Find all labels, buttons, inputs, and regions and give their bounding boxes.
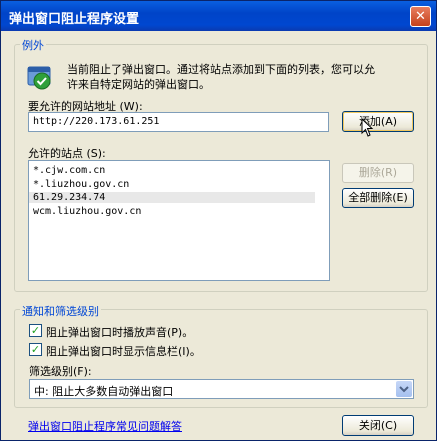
title-bar[interactable]: 弹出窗口阻止程序设置 ✕ [1,1,436,31]
mouse-pointer-icon [361,117,375,141]
popup-blocker-settings-dialog: 弹出窗口阻止程序设置 ✕ 例外 当前阻止了弹出窗口。通过将站点添加到下面的列表，… [0,0,437,441]
list-item[interactable]: *.cjw.com.cn [33,165,105,176]
remove-all-button-label: 全部删除(E) [348,191,408,204]
filter-level-label: 筛选级别(F): [29,365,92,378]
close-button-label: 关闭(C) [358,419,398,432]
shield-icon [27,65,53,91]
list-item[interactable]: wcm.liuzhou.gov.cn [33,206,141,217]
filter-level-select[interactable]: 中: 阻止大多数自动弹出窗口 [29,379,414,399]
close-window-button[interactable]: ✕ [410,6,431,27]
list-item[interactable]: *.liuzhou.gov.cn [33,179,129,190]
allowed-sites-label: 允许的站点 (S): [28,147,106,160]
notification-legend: 通知和筛选级别 [20,303,101,319]
info-text-line2: 许来自特定网站的弹出窗口。 [67,78,210,91]
allowed-sites-list[interactable]: *.cjw.com.cn *.liuzhou.gov.cn 61.29.234.… [28,160,330,281]
play-sound-checkbox[interactable]: ✓ [29,324,42,337]
window-title: 弹出窗口阻止程序设置 [9,12,140,27]
exceptions-legend: 例外 [20,37,46,53]
remove-button-label: 删除(R) [358,166,398,179]
address-input[interactable]: http://220.173.61.251 [28,112,329,132]
play-sound-label[interactable]: 阻止弹出窗口时播放声音(P)。 [46,324,193,340]
add-button[interactable]: 添加(A) [342,111,414,132]
close-button[interactable]: 关闭(C) [342,415,414,436]
filter-level-value: 中: 阻止大多数自动弹出窗口 [34,385,174,398]
info-text-line1: 当前阻止了弹出窗口。通过将站点添加到下面的列表，您可以允 [67,63,375,76]
list-item[interactable]: 61.29.234.74 [29,192,315,203]
popup-blocker-faq-link[interactable]: 弹出窗口阻止程序常见问题解答 [28,418,182,434]
show-info-bar-label[interactable]: 阻止弹出窗口时显示信息栏(I)。 [46,343,201,359]
remove-button[interactable]: 删除(R) [342,163,414,183]
show-info-bar-checkbox[interactable]: ✓ [29,343,42,356]
remove-all-button[interactable]: 全部删除(E) [342,188,414,208]
chevron-down-icon[interactable] [396,381,412,397]
address-value: http://220.173.61.251 [33,116,160,127]
